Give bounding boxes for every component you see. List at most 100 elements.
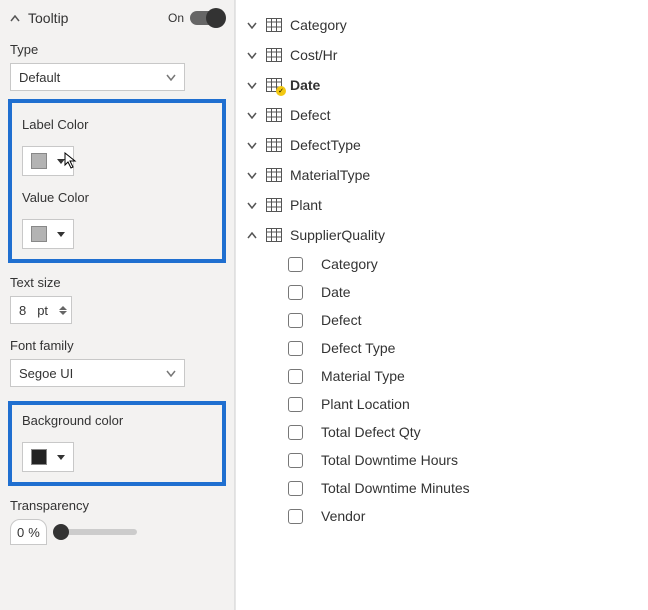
background-color-picker[interactable]: [22, 442, 74, 472]
tooltip-section-header[interactable]: Tooltip On: [10, 8, 224, 36]
field-name: Total Downtime Hours: [321, 452, 458, 468]
chevron-down-icon: [246, 142, 258, 149]
field-row[interactable]: Total Downtime Minutes: [236, 474, 648, 502]
caret-down-icon: [57, 232, 65, 237]
table-row[interactable]: DefectType: [236, 130, 648, 160]
table-row[interactable]: Date: [236, 70, 648, 100]
transparency-label: Transparency: [10, 498, 224, 513]
field-row[interactable]: Defect: [236, 306, 648, 334]
table-name: Defect: [290, 107, 330, 123]
type-label: Type: [10, 42, 224, 57]
table-name: SupplierQuality: [290, 227, 385, 243]
field-checkbox[interactable]: [288, 257, 303, 272]
font-family-value: Segoe UI: [19, 366, 73, 381]
chevron-down-icon: [166, 74, 176, 81]
field-row[interactable]: Vendor: [236, 502, 648, 530]
value-color-label: Value Color: [22, 190, 212, 205]
table-row[interactable]: Plant: [236, 190, 648, 220]
table-icon: [266, 228, 282, 242]
type-dropdown[interactable]: Default: [10, 63, 185, 91]
field-row[interactable]: Material Type: [236, 362, 648, 390]
table-name: Category: [290, 17, 347, 33]
chevron-up-icon: [10, 15, 20, 22]
table-name: DefectType: [290, 137, 361, 153]
table-row[interactable]: SupplierQuality: [236, 220, 648, 250]
chevron-down-icon: [246, 172, 258, 179]
table-row[interactable]: MaterialType: [236, 160, 648, 190]
value-color-picker[interactable]: [22, 219, 74, 249]
field-checkbox[interactable]: [288, 341, 303, 356]
spinner-arrows-icon[interactable]: [59, 306, 67, 315]
field-name: Plant Location: [321, 396, 410, 412]
field-name: Defect: [321, 312, 361, 328]
field-checkbox[interactable]: [288, 425, 303, 440]
table-icon: [266, 108, 282, 122]
chevron-down-icon: [246, 202, 258, 209]
fields-pane: Category Cost/Hr Date Defect DefectType Mater…: [235, 0, 648, 610]
date-badge-icon: [276, 86, 286, 96]
table-name: Date: [290, 77, 320, 93]
font-family-dropdown[interactable]: Segoe UI: [10, 359, 185, 387]
text-size-stepper[interactable]: 8 pt: [10, 296, 72, 324]
field-name: Category: [321, 256, 378, 272]
chevron-down-icon: [246, 52, 258, 59]
caret-down-icon: [57, 455, 65, 460]
transparency-value: 0: [17, 525, 24, 540]
field-row[interactable]: Total Defect Qty: [236, 418, 648, 446]
transparency-input[interactable]: 0 %: [10, 519, 47, 545]
field-checkbox[interactable]: [288, 369, 303, 384]
section-title: Tooltip: [28, 10, 68, 26]
field-name: Material Type: [321, 368, 405, 384]
transparency-slider[interactable]: [57, 529, 137, 535]
field-row[interactable]: Defect Type: [236, 334, 648, 362]
field-row[interactable]: Total Downtime Hours: [236, 446, 648, 474]
field-name: Total Downtime Minutes: [321, 480, 470, 496]
font-family-label: Font family: [10, 338, 224, 353]
chevron-up-icon: [246, 232, 258, 239]
toggle-label: On: [168, 11, 184, 25]
table-name: Cost/Hr: [290, 47, 337, 63]
toggle-switch[interactable]: [190, 11, 224, 25]
field-checkbox[interactable]: [288, 509, 303, 524]
transparency-unit: %: [28, 525, 40, 540]
table-icon: [266, 138, 282, 152]
field-checkbox[interactable]: [288, 453, 303, 468]
table-icon: [266, 168, 282, 182]
format-pane: Tooltip On Type Default Label Color: [0, 0, 235, 610]
field-name: Vendor: [321, 508, 365, 524]
label-color-label: Label Color: [22, 117, 212, 132]
table-icon: [266, 18, 282, 32]
table-icon: [266, 48, 282, 62]
text-size-value: 8: [19, 303, 26, 318]
text-size-unit: pt: [37, 303, 48, 318]
slider-thumb-icon[interactable]: [53, 524, 69, 540]
background-color-highlight: Background color: [8, 401, 226, 486]
table-row[interactable]: Cost/Hr: [236, 40, 648, 70]
field-row[interactable]: Date: [236, 278, 648, 306]
cursor-icon: [64, 152, 80, 170]
tooltip-toggle[interactable]: On: [168, 11, 224, 25]
chevron-down-icon: [246, 112, 258, 119]
color-swatch-icon: [31, 449, 47, 465]
field-name: Date: [321, 284, 351, 300]
table-name: MaterialType: [290, 167, 370, 183]
field-checkbox[interactable]: [288, 285, 303, 300]
color-swatch-icon: [31, 226, 47, 242]
color-swatch-icon: [31, 153, 47, 169]
field-checkbox[interactable]: [288, 313, 303, 328]
table-icon: [266, 198, 282, 212]
chevron-down-icon: [246, 22, 258, 29]
field-row[interactable]: Plant Location: [236, 390, 648, 418]
field-checkbox[interactable]: [288, 397, 303, 412]
table-row[interactable]: Category: [236, 10, 648, 40]
chevron-down-icon: [246, 82, 258, 89]
type-value: Default: [19, 70, 60, 85]
table-row[interactable]: Defect: [236, 100, 648, 130]
text-size-label: Text size: [10, 275, 224, 290]
label-value-color-highlight: Label Color Value Color: [8, 99, 226, 263]
chevron-down-icon: [166, 370, 176, 377]
field-row[interactable]: Category: [236, 250, 648, 278]
background-color-label: Background color: [22, 413, 212, 428]
field-checkbox[interactable]: [288, 481, 303, 496]
field-name: Defect Type: [321, 340, 395, 356]
